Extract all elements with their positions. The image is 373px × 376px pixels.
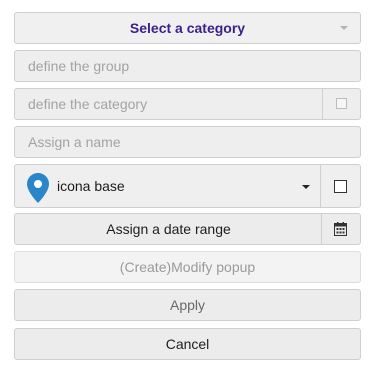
name-input[interactable] xyxy=(15,127,360,157)
icon-checkbox-cell xyxy=(320,165,360,207)
modify-popup-button[interactable]: (Create)Modify popup xyxy=(14,251,361,283)
cancel-button[interactable]: Cancel xyxy=(14,328,361,360)
icon-select[interactable]: icona base xyxy=(14,164,361,208)
apply-button[interactable]: Apply xyxy=(14,289,361,321)
category-checkbox-cell xyxy=(322,89,360,119)
category-select-label: Select a category xyxy=(129,20,246,36)
calendar-icon xyxy=(334,222,347,236)
calendar-button[interactable] xyxy=(321,214,360,244)
category-checkbox[interactable] xyxy=(336,98,347,109)
map-pin-icon xyxy=(27,173,49,203)
category-select[interactable]: Select a category xyxy=(14,12,361,44)
icon-checkbox[interactable] xyxy=(334,180,347,193)
chevron-down-icon xyxy=(340,26,348,30)
name-field-wrapper xyxy=(14,126,361,158)
category-input[interactable] xyxy=(15,89,323,119)
date-range-button[interactable]: Assign a date range xyxy=(15,214,322,244)
icon-select-value: icona base xyxy=(57,178,125,194)
date-range-group: Assign a date range xyxy=(14,213,361,245)
group-input[interactable] xyxy=(15,51,360,81)
category-field-wrapper xyxy=(14,88,361,120)
group-field-wrapper xyxy=(14,50,361,82)
chevron-down-icon xyxy=(302,185,310,189)
